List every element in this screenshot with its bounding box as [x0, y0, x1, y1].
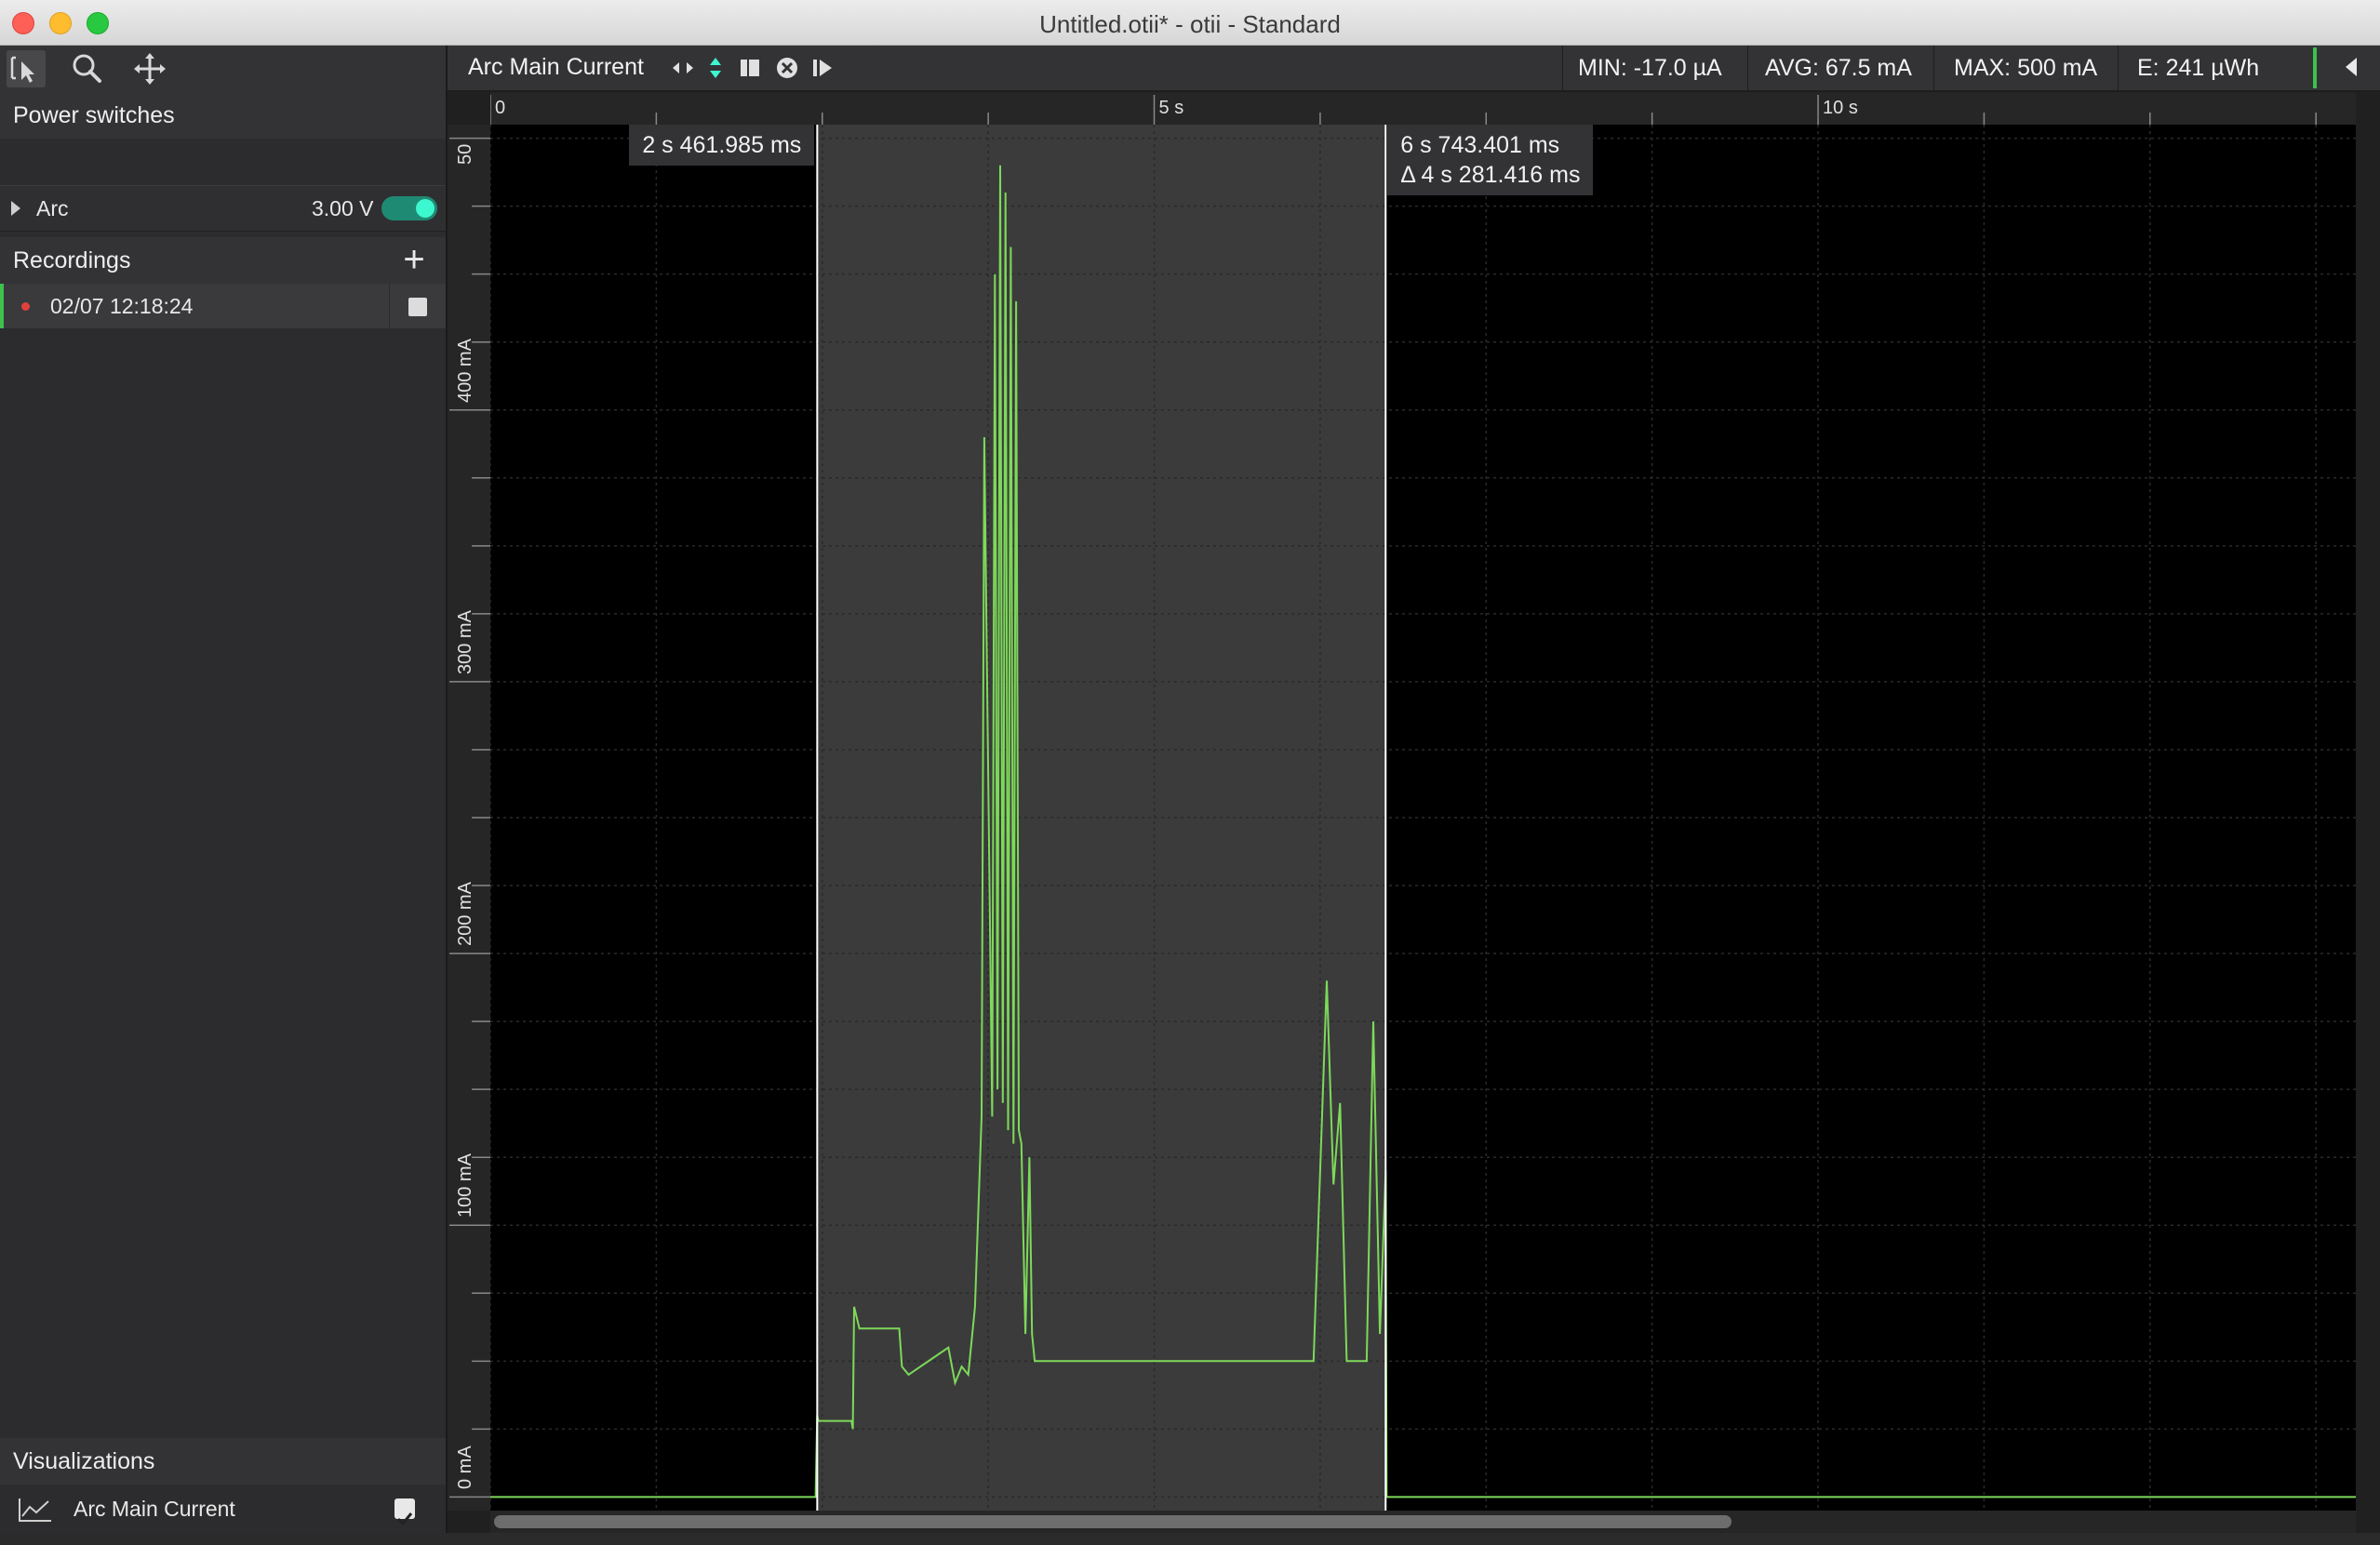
- current-trace-line: [490, 165, 2356, 1498]
- horizontal-scrollbar[interactable]: [490, 1511, 2356, 1533]
- horizontal-fit-icon[interactable]: [670, 55, 696, 81]
- x-tick-label: 10 s: [1823, 98, 1858, 118]
- plot-canvas[interactable]: [490, 125, 2356, 1511]
- right-cursor-time: 6 s 743.401 ms: [1400, 132, 1560, 158]
- stop-icon[interactable]: [737, 55, 763, 81]
- separator: [1747, 46, 1748, 90]
- current-plot[interactable]: 2 s 461.985 ms 6 s 743.401 ms Δ 4 s 281.…: [490, 125, 2356, 1511]
- scrollbar-thumb[interactable]: [494, 1515, 1732, 1528]
- visualization-name: Arc Main Current: [74, 1497, 235, 1521]
- recordings-header: Recordings +: [0, 237, 446, 284]
- move-arrows-icon: [134, 53, 166, 85]
- add-recording-plus-icon[interactable]: +: [396, 241, 432, 278]
- select-cursor-icon: [10, 56, 34, 83]
- line-chart-icon: [19, 1498, 51, 1522]
- y-tick-label: 200 mA: [455, 882, 475, 947]
- recording-status-dot: [21, 302, 30, 311]
- channel-color-marker: [2313, 47, 2317, 88]
- plot-area: 0 5 s 10 s 0 mA 100 mA 200 mA 300 mA 400…: [448, 92, 2380, 1533]
- sidebar: Power switches Arc 3.00 V Recordings + 0…: [0, 46, 448, 1533]
- separator: [1562, 46, 1563, 90]
- power-switch-name: Arc: [36, 196, 69, 220]
- zoom-tool-button[interactable]: [68, 50, 107, 87]
- y-tick-label: 50: [455, 143, 475, 165]
- recording-row[interactable]: 02/07 12:18:24: [0, 284, 446, 328]
- checkmark-icon: [396, 1512, 413, 1526]
- current-axis[interactable]: 0 mA 100 mA 200 mA 300 mA 400 mA 50: [448, 125, 490, 1511]
- stat-max: MAX: 500 mA: [1954, 55, 2098, 81]
- y-tick-label: 100 mA: [455, 1153, 475, 1219]
- power-switches-header: Power switches: [0, 92, 446, 139]
- play-step-icon[interactable]: [809, 55, 836, 81]
- separator: [1933, 46, 1934, 90]
- stat-avg: AVG: 67.5 mA: [1765, 55, 1912, 81]
- x-tick-label: 5 s: [1158, 98, 1184, 118]
- trace-name: Arc Main Current: [468, 54, 644, 80]
- y-tick-label: 0 mA: [455, 1445, 475, 1490]
- trace-header: Arc Main Current MIN: -17.0 µA AVG: 67.5…: [448, 46, 2380, 92]
- pan-tool-button[interactable]: [130, 50, 169, 87]
- window-titlebar: Untitled.otii* - otii - Standard: [0, 0, 2380, 46]
- vertical-fit-icon[interactable]: [702, 55, 729, 81]
- select-tool-button[interactable]: [7, 50, 46, 87]
- visualizations-header: Visualizations: [0, 1438, 446, 1485]
- left-cursor-time-label: 2 s 461.985 ms: [629, 125, 815, 166]
- power-toggle-switch[interactable]: [381, 196, 437, 220]
- toggle-knob: [416, 199, 435, 218]
- stop-recording-icon[interactable]: [408, 298, 427, 316]
- right-cursor-time-label: 6 s 743.401 ms Δ 4 s 281.416 ms: [1387, 125, 1594, 195]
- collapse-panel-icon[interactable]: [2346, 58, 2357, 76]
- recordings-title: Recordings: [13, 247, 131, 273]
- separator: [2118, 46, 2119, 90]
- recording-name: 02/07 12:18:24: [50, 294, 194, 318]
- time-axis[interactable]: 0 5 s 10 s: [490, 92, 2356, 125]
- stat-min: MIN: -17.0 µA: [1578, 55, 1722, 81]
- cursor-delta-time: Δ 4 s 281.416 ms: [1400, 162, 1581, 188]
- y-tick-label: 400 mA: [455, 338, 475, 403]
- x-tick-label: 0: [495, 98, 506, 118]
- expand-triangle-icon[interactable]: [11, 201, 20, 216]
- stat-energy: E: 241 µWh: [2137, 55, 2260, 81]
- power-switch-row-arc[interactable]: Arc 3.00 V: [0, 185, 446, 232]
- y-tick-label: 300 mA: [455, 609, 475, 674]
- magnifier-icon: [73, 54, 101, 83]
- visualization-checkbox[interactable]: [394, 1498, 415, 1526]
- recording-stop-cell: [389, 284, 448, 328]
- window-title: Untitled.otii* - otii - Standard: [1039, 10, 1341, 38]
- power-switch-voltage[interactable]: 3.00 V: [312, 186, 374, 231]
- close-circle-icon[interactable]: [774, 55, 800, 81]
- visualization-row[interactable]: Arc Main Current: [0, 1485, 446, 1532]
- tool-bar: [0, 46, 446, 94]
